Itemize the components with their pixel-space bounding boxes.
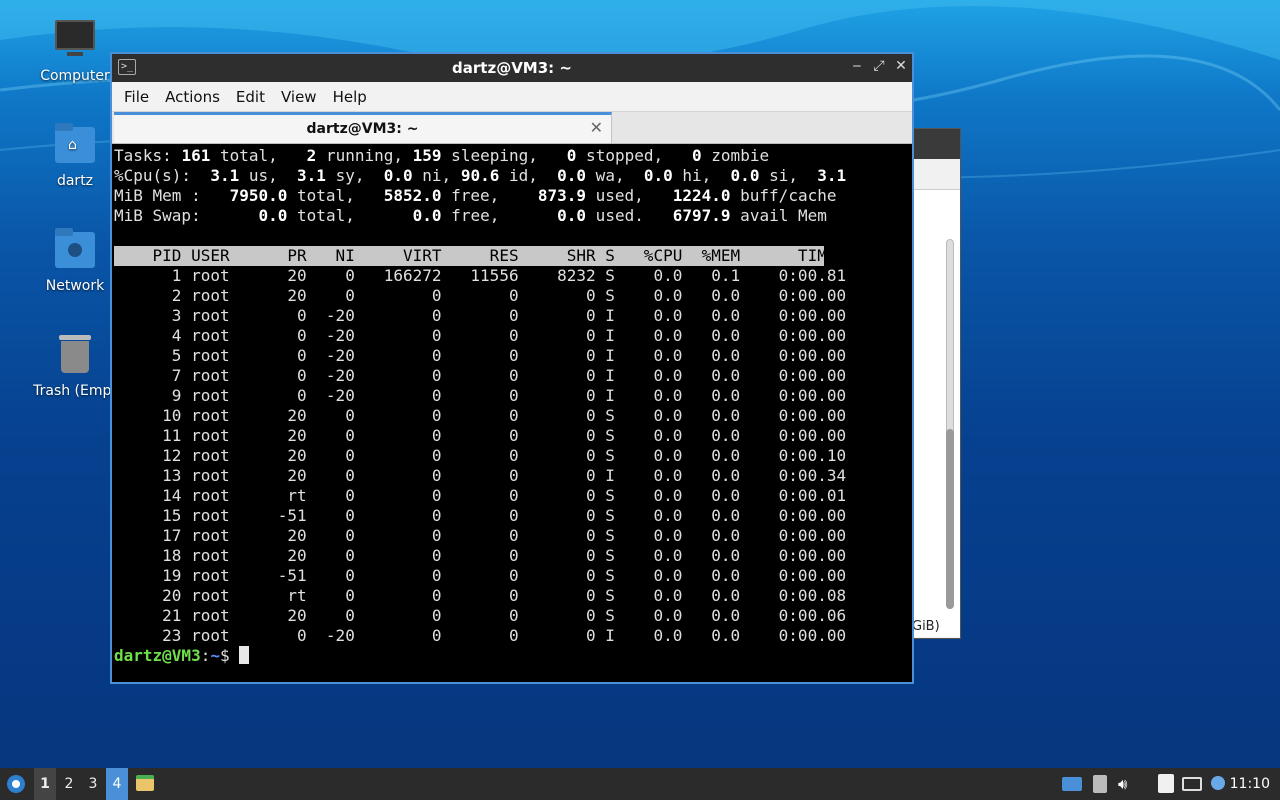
window-title: dartz@VM3: ~ bbox=[452, 59, 572, 77]
prompt-path: ~ bbox=[210, 646, 220, 665]
workspace-4[interactable]: 4 bbox=[106, 768, 128, 800]
prompt-separator: : bbox=[200, 646, 211, 665]
taskbar-window-button[interactable] bbox=[133, 768, 157, 800]
trash-icon bbox=[53, 333, 97, 377]
mem-summary: MiB Mem : 7950.0 total, 5852.0 free, 873… bbox=[114, 186, 837, 205]
process-row: 3 root 0 -20 0 0 0 I 0.0 0.0 0:00.00 bbox=[114, 306, 847, 325]
desktop-icon-label: Trash (Empt bbox=[33, 383, 117, 399]
desktop-icon-label: dartz bbox=[56, 173, 94, 189]
menu-file[interactable]: File bbox=[116, 88, 157, 106]
process-row: 7 root 0 -20 0 0 0 I 0.0 0.0 0:00.00 bbox=[114, 366, 847, 385]
process-row: 21 root 20 0 0 0 0 S 0.0 0.0 0:00.06 bbox=[114, 606, 847, 625]
terminal-titlebar[interactable]: >_ dartz@VM3: ~ ‒ ⤢ ✕ bbox=[112, 54, 912, 82]
workspace-2[interactable]: 2 bbox=[58, 768, 80, 800]
background-window-text: GiB) bbox=[912, 619, 940, 634]
screen-icon[interactable] bbox=[1062, 774, 1082, 794]
prompt-symbol: $ bbox=[219, 646, 240, 665]
scrollbar-thumb[interactable] bbox=[946, 429, 954, 609]
eject-icon[interactable] bbox=[1090, 774, 1110, 794]
cpu-summary: %Cpu(s): 3.1 us, 3.1 sy, 0.0 ni, 90.6 id… bbox=[114, 166, 847, 185]
text-cursor bbox=[239, 646, 250, 664]
process-row: 1 root 20 0 166272 11556 8232 S 0.0 0.1 … bbox=[114, 266, 847, 285]
clock: 11:10 bbox=[1229, 776, 1270, 792]
desktop-icon-trash[interactable]: Trash (Empt bbox=[27, 333, 123, 399]
process-row: 19 root -51 0 0 0 0 S 0.0 0.0 0:00.00 bbox=[114, 566, 847, 585]
taskbar: 1 2 3 4 🔊︎ 11:10 bbox=[0, 768, 1280, 800]
process-row: 5 root 0 -20 0 0 0 I 0.0 0.0 0:00.00 bbox=[114, 346, 847, 365]
tab-bar: dartz@VM3: ~ ✕ bbox=[112, 112, 912, 144]
tasks-summary: Tasks: 161 total, 2 running, 159 sleepin… bbox=[114, 146, 770, 165]
process-row: 20 root rt 0 0 0 0 S 0.0 0.0 0:00.08 bbox=[114, 586, 847, 605]
swap-summary: MiB Swap: 0.0 total, 0.0 free, 0.0 used.… bbox=[114, 206, 827, 225]
background-window-titlebar[interactable] bbox=[906, 129, 960, 159]
process-row: 13 root 20 0 0 0 0 I 0.0 0.0 0:00.34 bbox=[114, 466, 847, 485]
network-folder-icon bbox=[53, 228, 97, 272]
tab-close-icon[interactable]: ✕ bbox=[590, 118, 603, 137]
terminal-output[interactable]: Tasks: 161 total, 2 running, 159 sleepin… bbox=[114, 146, 910, 680]
terminal-tab[interactable]: dartz@VM3: ~ ✕ bbox=[114, 112, 612, 143]
menu-actions[interactable]: Actions bbox=[157, 88, 228, 106]
desktop-icon-label: Network bbox=[45, 278, 105, 294]
minimize-icon[interactable]: ‒ bbox=[848, 58, 866, 74]
terminal-window[interactable]: >_ dartz@VM3: ~ ‒ ⤢ ✕ File Actions Edit … bbox=[110, 52, 914, 684]
workspace-3[interactable]: 3 bbox=[82, 768, 104, 800]
volume-icon[interactable]: 🔊︎ bbox=[1118, 774, 1138, 794]
process-row: 12 root 20 0 0 0 0 S 0.0 0.0 0:00.10 bbox=[114, 446, 847, 465]
desktop-icon-computer[interactable]: Computer bbox=[27, 18, 123, 84]
desktop-icon-network[interactable]: Network bbox=[27, 228, 123, 294]
menu-view[interactable]: View bbox=[273, 88, 325, 106]
prompt-user-host: dartz@VM3 bbox=[114, 646, 201, 665]
menu-help[interactable]: Help bbox=[325, 88, 375, 106]
desktop-icon-home[interactable]: ⌂ dartz bbox=[27, 123, 123, 189]
maximize-icon[interactable]: ⤢ bbox=[870, 58, 888, 74]
process-row: 23 root 0 -20 0 0 0 I 0.0 0.0 0:00.00 bbox=[114, 626, 847, 645]
process-row: 2 root 20 0 0 0 0 S 0.0 0.0 0:00.00 bbox=[114, 286, 847, 305]
process-row: 11 root 20 0 0 0 0 S 0.0 0.0 0:00.00 bbox=[114, 426, 847, 445]
column-headers: PID USER PR NI VIRT RES SHR S %CPU %MEM … bbox=[114, 246, 847, 266]
close-icon[interactable]: ✕ bbox=[892, 58, 910, 74]
process-row: 15 root -51 0 0 0 0 S 0.0 0.0 0:00.00 bbox=[114, 506, 847, 525]
computer-icon bbox=[53, 18, 97, 62]
process-row: 4 root 0 -20 0 0 0 I 0.0 0.0 0:00.00 bbox=[114, 326, 847, 345]
shell-prompt: dartz@VM3:~$ bbox=[114, 646, 910, 666]
notification-icon[interactable] bbox=[1208, 774, 1228, 794]
menu-edit[interactable]: Edit bbox=[228, 88, 273, 106]
process-table-header: PID USER PR NI VIRT RES SHR S %CPU %MEM … bbox=[114, 246, 910, 266]
tab-label: dartz@VM3: ~ bbox=[306, 121, 419, 137]
network-icon[interactable] bbox=[1182, 774, 1202, 794]
clipboard-icon[interactable] bbox=[1156, 774, 1176, 794]
workspace-1[interactable]: 1 bbox=[34, 768, 56, 800]
process-row: 9 root 0 -20 0 0 0 I 0.0 0.0 0:00.00 bbox=[114, 386, 847, 405]
process-row: 18 root 20 0 0 0 0 S 0.0 0.0 0:00.00 bbox=[114, 546, 847, 565]
home-folder-icon: ⌂ bbox=[53, 123, 97, 167]
process-row: 14 root rt 0 0 0 0 S 0.0 0.0 0:00.01 bbox=[114, 486, 847, 505]
menu-bar: File Actions Edit View Help bbox=[112, 82, 912, 112]
start-menu-icon[interactable] bbox=[4, 768, 28, 800]
desktop-icon-label: Computer bbox=[40, 68, 110, 84]
process-row: 17 root 20 0 0 0 0 S 0.0 0.0 0:00.00 bbox=[114, 526, 847, 545]
process-row: 10 root 20 0 0 0 0 S 0.0 0.0 0:00.00 bbox=[114, 406, 847, 425]
